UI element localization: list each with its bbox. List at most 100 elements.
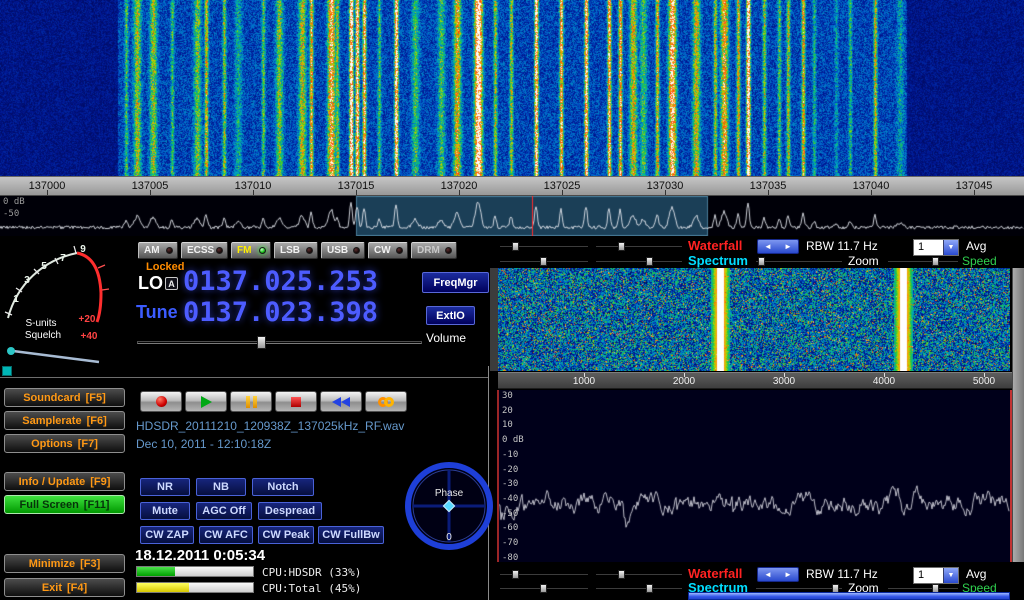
mute-button[interactable]: Mute xyxy=(140,502,190,520)
avg-value: 1 xyxy=(914,240,943,255)
smeter-needle xyxy=(13,351,99,362)
cpu-hdsdr-bar xyxy=(136,566,254,577)
main-spectrum-panel: 0 dB -50 xyxy=(0,196,1024,236)
mode-lsb-button[interactable]: LSB xyxy=(274,242,318,259)
arrow-right-icon[interactable]: ► xyxy=(784,570,792,579)
top-spectrum-label[interactable]: Spectrum xyxy=(688,253,748,268)
notch-button[interactable]: Notch xyxy=(252,478,314,496)
despread-button[interactable]: Despread xyxy=(258,502,322,520)
top-wf-contrast-slider[interactable] xyxy=(596,242,682,251)
lo-frequency-display[interactable]: 0137.025.253 xyxy=(183,266,378,297)
zoom-waterfall-display[interactable] xyxy=(498,268,1010,371)
mode-fm-button[interactable]: FM xyxy=(231,242,271,259)
squelch-indicator[interactable] xyxy=(2,366,12,376)
mode-lsb-label: LSB xyxy=(280,245,300,256)
stop-button[interactable] xyxy=(275,391,317,412)
top-speed-slider[interactable] xyxy=(888,257,958,266)
rewind-icon xyxy=(332,397,350,407)
soundcard-button-label: Soundcard xyxy=(23,392,80,404)
bottom-wf-contrast-slider[interactable] xyxy=(596,570,682,579)
top-band-arrows[interactable]: ◄► xyxy=(757,239,799,254)
top-avg-select[interactable]: 1 ▼ xyxy=(913,239,959,256)
mode-ecss-label: ECSS xyxy=(187,245,214,256)
volume-slider-thumb[interactable] xyxy=(257,336,266,349)
freq-scale-tick xyxy=(974,190,975,195)
mode-drm-label: DRM xyxy=(417,245,440,256)
bottom-wf-brightness-slider[interactable] xyxy=(500,570,588,579)
mode-drm-button[interactable]: DRM xyxy=(411,242,457,259)
play-icon xyxy=(201,396,212,408)
agc-off-button[interactable]: AGC Off xyxy=(196,502,252,520)
exit-button-label: Exit xyxy=(42,582,62,594)
avg-value: 1 xyxy=(914,568,943,583)
info-update-button[interactable]: Info / Update [F9] xyxy=(4,472,125,491)
slider-thumb[interactable] xyxy=(932,257,939,266)
tune-frequency-display[interactable]: 0137.023.398 xyxy=(183,297,378,328)
top-spec-contrast-slider[interactable] xyxy=(596,257,682,266)
slider-track xyxy=(888,588,958,589)
freqmgr-button[interactable]: FreqMgr xyxy=(422,272,489,293)
lo-lock-badge[interactable]: A xyxy=(165,277,178,290)
main-waterfall-display[interactable] xyxy=(0,0,1024,176)
slider-thumb[interactable] xyxy=(540,257,547,266)
zoom-pan-bar[interactable] xyxy=(688,592,1010,600)
slider-thumb[interactable] xyxy=(646,257,653,266)
top-zoom-slider[interactable] xyxy=(756,257,842,266)
dropdown-arrow-icon[interactable]: ▼ xyxy=(943,568,958,583)
volume-slider[interactable] xyxy=(137,336,422,349)
slider-thumb[interactable] xyxy=(758,257,765,266)
slider-thumb[interactable] xyxy=(512,570,519,579)
bottom-waterfall-label[interactable]: Waterfall xyxy=(688,566,742,581)
bottom-spec-contrast-slider[interactable] xyxy=(596,584,682,593)
slider-thumb[interactable] xyxy=(512,242,519,251)
arrow-left-icon[interactable]: ◄ xyxy=(764,570,772,579)
mode-usb-button[interactable]: USB xyxy=(321,242,365,259)
soundcard-button[interactable]: Soundcard [F5] xyxy=(4,388,125,407)
volume-slider-track xyxy=(137,341,422,344)
slider-thumb[interactable] xyxy=(618,242,625,251)
bottom-spec-brightness-slider[interactable] xyxy=(500,584,588,593)
options-button[interactable]: Options [F7] xyxy=(4,434,125,453)
mode-am-label: AM xyxy=(144,245,160,256)
nb-button[interactable]: NB xyxy=(196,478,246,496)
slider-thumb[interactable] xyxy=(618,570,625,579)
top-spec-brightness-slider[interactable] xyxy=(500,257,588,266)
spectrum-db-scale-label: -20 xyxy=(502,465,518,475)
play-button[interactable] xyxy=(185,391,227,412)
main-spectrum-display[interactable] xyxy=(0,196,1024,236)
dropdown-arrow-icon[interactable]: ▼ xyxy=(943,240,958,255)
bottom-avg-select[interactable]: 1 ▼ xyxy=(913,567,959,584)
top-wf-brightness-slider[interactable] xyxy=(500,242,588,251)
loop-button[interactable] xyxy=(365,391,407,412)
exit-button[interactable]: Exit [F4] xyxy=(4,578,125,597)
slider-thumb[interactable] xyxy=(540,584,547,593)
mode-cw-button[interactable]: CW xyxy=(368,242,408,259)
cw-peak-button[interactable]: CW Peak xyxy=(258,526,314,544)
pause-button[interactable] xyxy=(230,391,272,412)
top-waterfall-label[interactable]: Waterfall xyxy=(688,238,742,253)
arrow-right-icon[interactable]: ► xyxy=(784,242,792,251)
cw-fullbw-button[interactable]: CW FullBw xyxy=(318,526,384,544)
frequency-scale[interactable]: 1370001370051370101370151370201370251370… xyxy=(0,176,1024,196)
slider-track xyxy=(596,261,682,262)
slider-thumb[interactable] xyxy=(646,584,653,593)
zoom-frequency-scale[interactable]: 10002000300040005000 xyxy=(498,372,1012,389)
right-scrollbar[interactable] xyxy=(1012,268,1024,562)
arrow-left-icon[interactable]: ◄ xyxy=(764,242,772,251)
samplerate-button[interactable]: Samplerate [F6] xyxy=(4,411,125,430)
phase-label: Phase xyxy=(435,488,464,499)
spectrum-db-scale-label: -40 xyxy=(502,494,518,504)
fullscreen-button[interactable]: Full Screen [F11] xyxy=(4,495,125,514)
nr-button[interactable]: NR xyxy=(140,478,190,496)
mode-am-button[interactable]: AM xyxy=(138,242,178,259)
bottom-band-arrows[interactable]: ◄► xyxy=(757,567,799,582)
mode-bar: AM ECSS FM LSB USB CW DRM xyxy=(138,242,457,259)
smeter-tick-5: 5 xyxy=(41,261,47,272)
extio-button[interactable]: ExtIO xyxy=(426,306,475,325)
minimize-button[interactable]: Minimize [F3] xyxy=(4,554,125,573)
cw-afc-button[interactable]: CW AFC xyxy=(199,526,253,544)
record-button[interactable] xyxy=(140,391,182,412)
cw-zap-button[interactable]: CW ZAP xyxy=(140,526,194,544)
rewind-button[interactable] xyxy=(320,391,362,412)
mode-ecss-button[interactable]: ECSS xyxy=(181,242,228,259)
